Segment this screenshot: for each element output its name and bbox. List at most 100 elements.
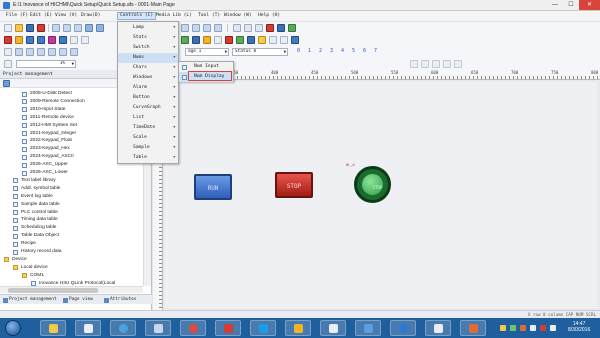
menu-item-timedate[interactable]: TimeDate ▸ [118,123,178,133]
menu-item-alarm[interactable]: Alarm ▸ [118,83,178,93]
minimize-button[interactable]: — [547,0,563,10]
draw-scale-icon[interactable] [81,36,89,44]
open-folder-icon[interactable] [15,24,23,32]
compile-icon[interactable] [277,24,285,32]
pen-icon[interactable] [26,48,34,56]
taskbar-app-chrome[interactable] [180,320,206,336]
delete-icon[interactable] [266,24,274,32]
menu-file[interactable]: File (F) [4,12,30,20]
menu-item-windows[interactable]: Windows ▸ [118,73,178,83]
scrollbar-thumb[interactable] [8,288,98,293]
align-bottom-icon[interactable] [454,60,462,68]
state-3[interactable]: 3 [330,48,333,54]
indicator-lamp[interactable]: STOP [354,166,391,203]
menu-item-curvegraph[interactable]: CurveGraph ▸ [118,103,178,113]
grid-icon[interactable] [192,24,200,32]
start-button[interactable] [5,320,21,336]
char-control-icon[interactable] [203,36,211,44]
cut-icon[interactable] [52,24,60,32]
num-control-icon[interactable] [192,36,200,44]
menu-controls[interactable]: Controls (C) [117,12,157,20]
new-file-icon[interactable] [4,24,12,32]
taskbar-app-tools[interactable] [145,320,171,336]
menu-help[interactable]: Help (H) [256,12,282,20]
menu-window[interactable]: Window (W) [222,12,254,20]
draw-arc-icon[interactable] [59,36,67,44]
status-combo[interactable]: Status 0 ▼ [232,48,288,56]
align-left-icon[interactable] [410,60,418,68]
state-5[interactable]: 5 [352,48,355,54]
save-icon[interactable] [26,24,34,32]
state-6[interactable]: 6 [363,48,366,54]
page-combo[interactable]: age 1 ▼ [185,48,229,56]
download-icon[interactable] [288,24,296,32]
picture-control-icon[interactable] [291,36,299,44]
menu-draw[interactable]: Draw(D) [79,12,102,20]
align-top-icon[interactable] [443,60,451,68]
volume-icon[interactable] [550,325,556,331]
menu-item-scale[interactable]: Scale ▸ [118,133,178,143]
window-control-icon[interactable] [214,36,222,44]
tab-attributes[interactable]: Attributes [103,296,136,304]
switch-control-icon[interactable] [181,36,189,44]
curve-control-icon[interactable] [236,36,244,44]
draw-polygon-icon[interactable] [48,36,56,44]
taskbar-app-editor[interactable] [425,320,451,336]
sample-control-icon[interactable] [280,36,288,44]
menu-item-stats[interactable]: Stats ▸ [118,33,178,43]
list-control-icon[interactable] [247,36,255,44]
draw-circle-icon[interactable] [37,36,45,44]
layer-icon[interactable] [244,24,252,32]
menu-item-sample[interactable]: Sample ▸ [118,143,178,153]
taskbar-app-browser[interactable] [110,320,136,336]
taskbar-app-skype[interactable] [250,320,276,336]
group-icon[interactable] [255,24,263,32]
taskbar-app-player[interactable] [390,320,416,336]
menu-item-table[interactable]: Table ▸ [118,153,178,163]
tab-page-view[interactable]: Page view [62,296,93,304]
properties-icon[interactable] [4,60,12,68]
menu-view[interactable]: View (V) [53,12,79,20]
system-clock[interactable]: 14:47 8/30/2016 [568,321,590,333]
taskbar-app-calendar[interactable] [75,320,101,336]
state-1[interactable]: 1 [308,48,311,54]
close-project-icon[interactable] [37,24,45,32]
taskbar-app-office[interactable] [460,320,486,336]
stop-button[interactable]: STOP [275,172,313,198]
menu-item-nums[interactable]: Nums ▸ [118,53,178,63]
menu-edit[interactable]: Edit (E) [28,12,54,20]
datetime-control-icon[interactable] [258,36,266,44]
alarm-control-icon[interactable] [225,36,233,44]
snap-icon[interactable] [203,24,211,32]
run-button[interactable]: RUN [194,174,232,200]
state-2[interactable]: 2 [319,48,322,54]
align-icon[interactable] [214,24,222,32]
tree-settings-icon[interactable] [3,80,10,87]
taskbar-app-pdf[interactable] [215,320,241,336]
zoom-out-icon[interactable] [181,24,189,32]
undo-icon[interactable] [85,24,93,32]
taskbar-app-monitor[interactable] [355,320,381,336]
network-tray-icon[interactable] [530,325,536,331]
copy-icon[interactable] [63,24,71,32]
antivirus-tray-icon[interactable] [540,325,546,331]
triangle-icon[interactable] [70,48,78,56]
state-0[interactable]: 0 [297,48,300,54]
taskbar-app-hmi[interactable] [285,320,311,336]
menu-item-button[interactable]: Button ▸ [118,93,178,103]
menu-media-lib[interactable]: Media Lib (L) [154,12,194,20]
menu-item-chars[interactable]: Chars ▸ [118,63,178,73]
draw-rect-icon[interactable] [26,36,34,44]
align-right-icon[interactable] [432,60,440,68]
select-icon[interactable] [4,48,12,56]
page-icon[interactable] [233,24,241,32]
table-control-icon[interactable] [269,36,277,44]
ellipse-icon[interactable] [48,48,56,56]
menu-tool[interactable]: Tool (T) [196,12,222,20]
menu-item-list[interactable]: List ▸ [118,113,178,123]
align-center-icon[interactable] [421,60,429,68]
menu-item-lamp[interactable]: Lamp ▸ [118,23,178,33]
tray-icon[interactable] [510,325,516,331]
draw-line-icon[interactable] [4,36,12,44]
state-4[interactable]: 4 [341,48,344,54]
